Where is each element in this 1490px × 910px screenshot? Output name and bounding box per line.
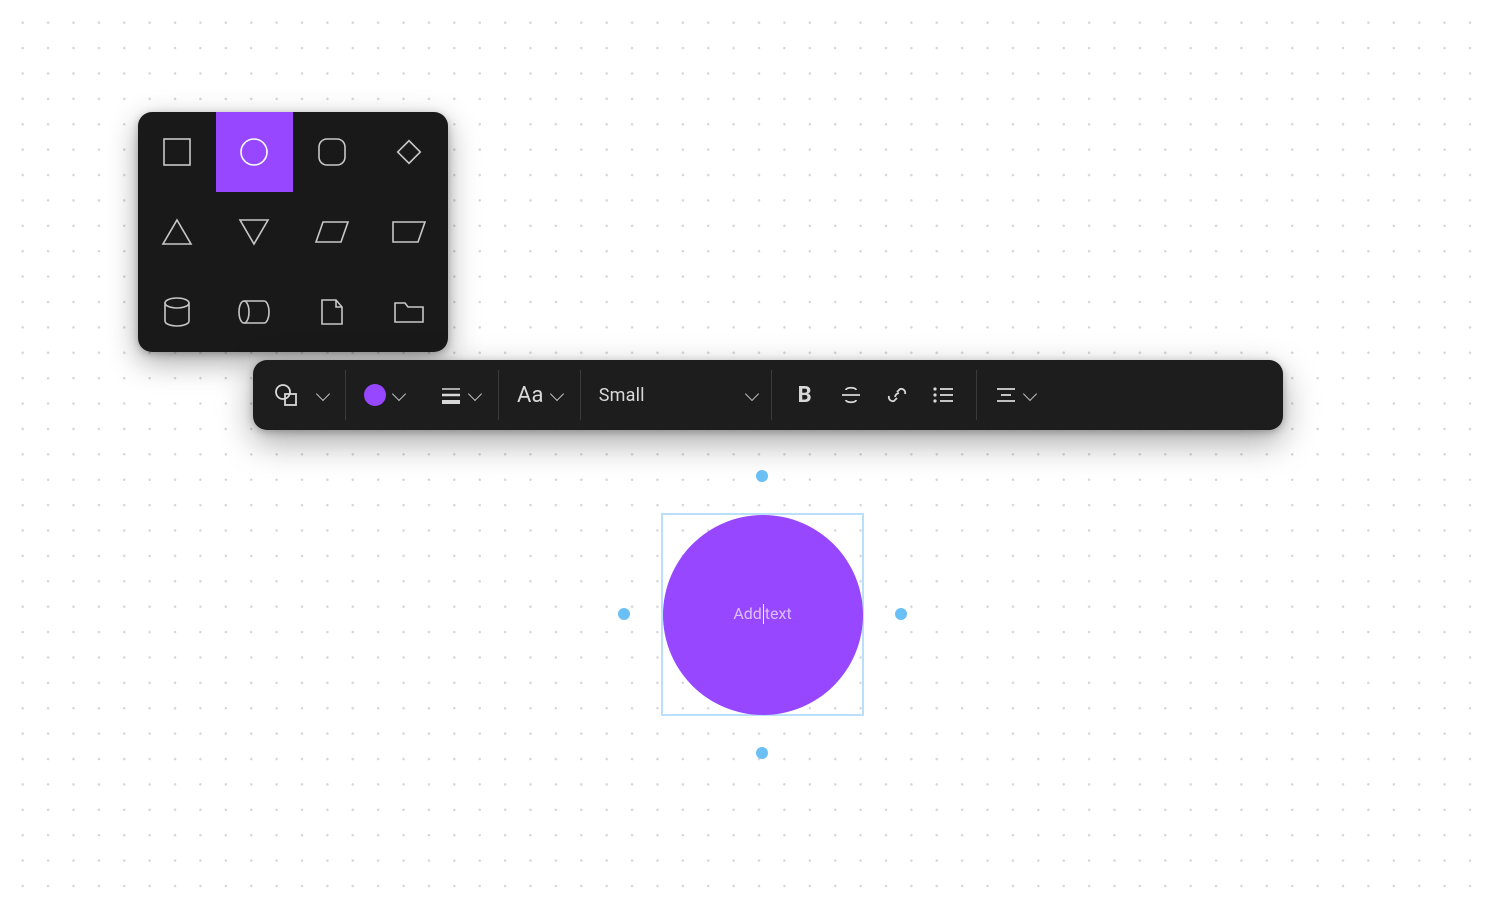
bold-icon: B [798, 383, 812, 408]
chevron-down-icon [1023, 386, 1037, 400]
cylinder-horizontal-icon [236, 298, 272, 326]
selection-bounding-box[interactable] [661, 513, 864, 716]
font-style-button[interactable]: Aa [509, 372, 570, 418]
bullet-list-icon [931, 384, 955, 406]
shape-option-cylinder-horizontal[interactable] [216, 272, 294, 352]
shape-format-toolbar: Aa Small B [253, 360, 1283, 430]
chevron-down-icon [468, 386, 482, 400]
strikethrough-icon [839, 383, 863, 407]
square-icon [162, 137, 192, 167]
connection-handle-top[interactable] [756, 470, 768, 482]
strikethrough-button[interactable] [828, 372, 874, 418]
shape-option-folder[interactable] [371, 272, 449, 352]
circle-icon [238, 136, 270, 168]
triangle-down-icon [237, 217, 271, 247]
chevron-down-icon [550, 386, 564, 400]
shape-option-triangle-down[interactable] [216, 192, 294, 272]
stroke-weight-button[interactable] [432, 372, 488, 418]
folder-icon [392, 299, 426, 325]
link-icon [885, 383, 909, 407]
text-align-button[interactable] [987, 372, 1043, 418]
shape-option-triangle[interactable] [138, 192, 216, 272]
shape-option-square[interactable] [138, 112, 216, 192]
link-button[interactable] [874, 372, 920, 418]
trapezoid-icon [390, 219, 428, 245]
connection-handle-right[interactable] [895, 608, 907, 620]
shape-picker-panel [138, 112, 448, 352]
color-swatch-icon [364, 384, 386, 406]
shape-option-file[interactable] [293, 272, 371, 352]
cylinder-icon [162, 296, 192, 328]
shape-option-cylinder[interactable] [138, 272, 216, 352]
bullet-list-button[interactable] [920, 372, 966, 418]
shape-option-rounded-square[interactable] [293, 112, 371, 192]
connection-handle-left[interactable] [618, 608, 630, 620]
shape-option-circle[interactable] [216, 112, 294, 192]
shape-option-parallelogram[interactable] [293, 192, 371, 272]
shape-tool-icon [273, 382, 299, 408]
triangle-icon [160, 217, 194, 247]
chevron-down-icon [392, 386, 406, 400]
shape-option-trapezoid[interactable] [371, 192, 449, 272]
rounded-square-icon [316, 136, 348, 168]
font-icon-label: Aa [517, 383, 544, 408]
parallelogram-icon [313, 219, 351, 245]
shape-tool-dropdown[interactable] [309, 372, 335, 418]
line-weight-icon [440, 385, 462, 405]
fill-color-button[interactable] [356, 372, 412, 418]
bold-button[interactable]: B [782, 372, 828, 418]
align-center-icon [995, 385, 1017, 405]
file-icon [318, 297, 346, 327]
font-size-select[interactable]: Small [581, 360, 771, 430]
shape-tool-button[interactable] [263, 372, 309, 418]
font-size-label: Small [599, 385, 645, 406]
connection-handle-bottom[interactable] [756, 747, 768, 759]
shape-option-diamond[interactable] [371, 112, 449, 192]
chevron-down-icon [745, 386, 759, 400]
diamond-icon [392, 135, 426, 169]
chevron-down-icon [316, 386, 330, 400]
